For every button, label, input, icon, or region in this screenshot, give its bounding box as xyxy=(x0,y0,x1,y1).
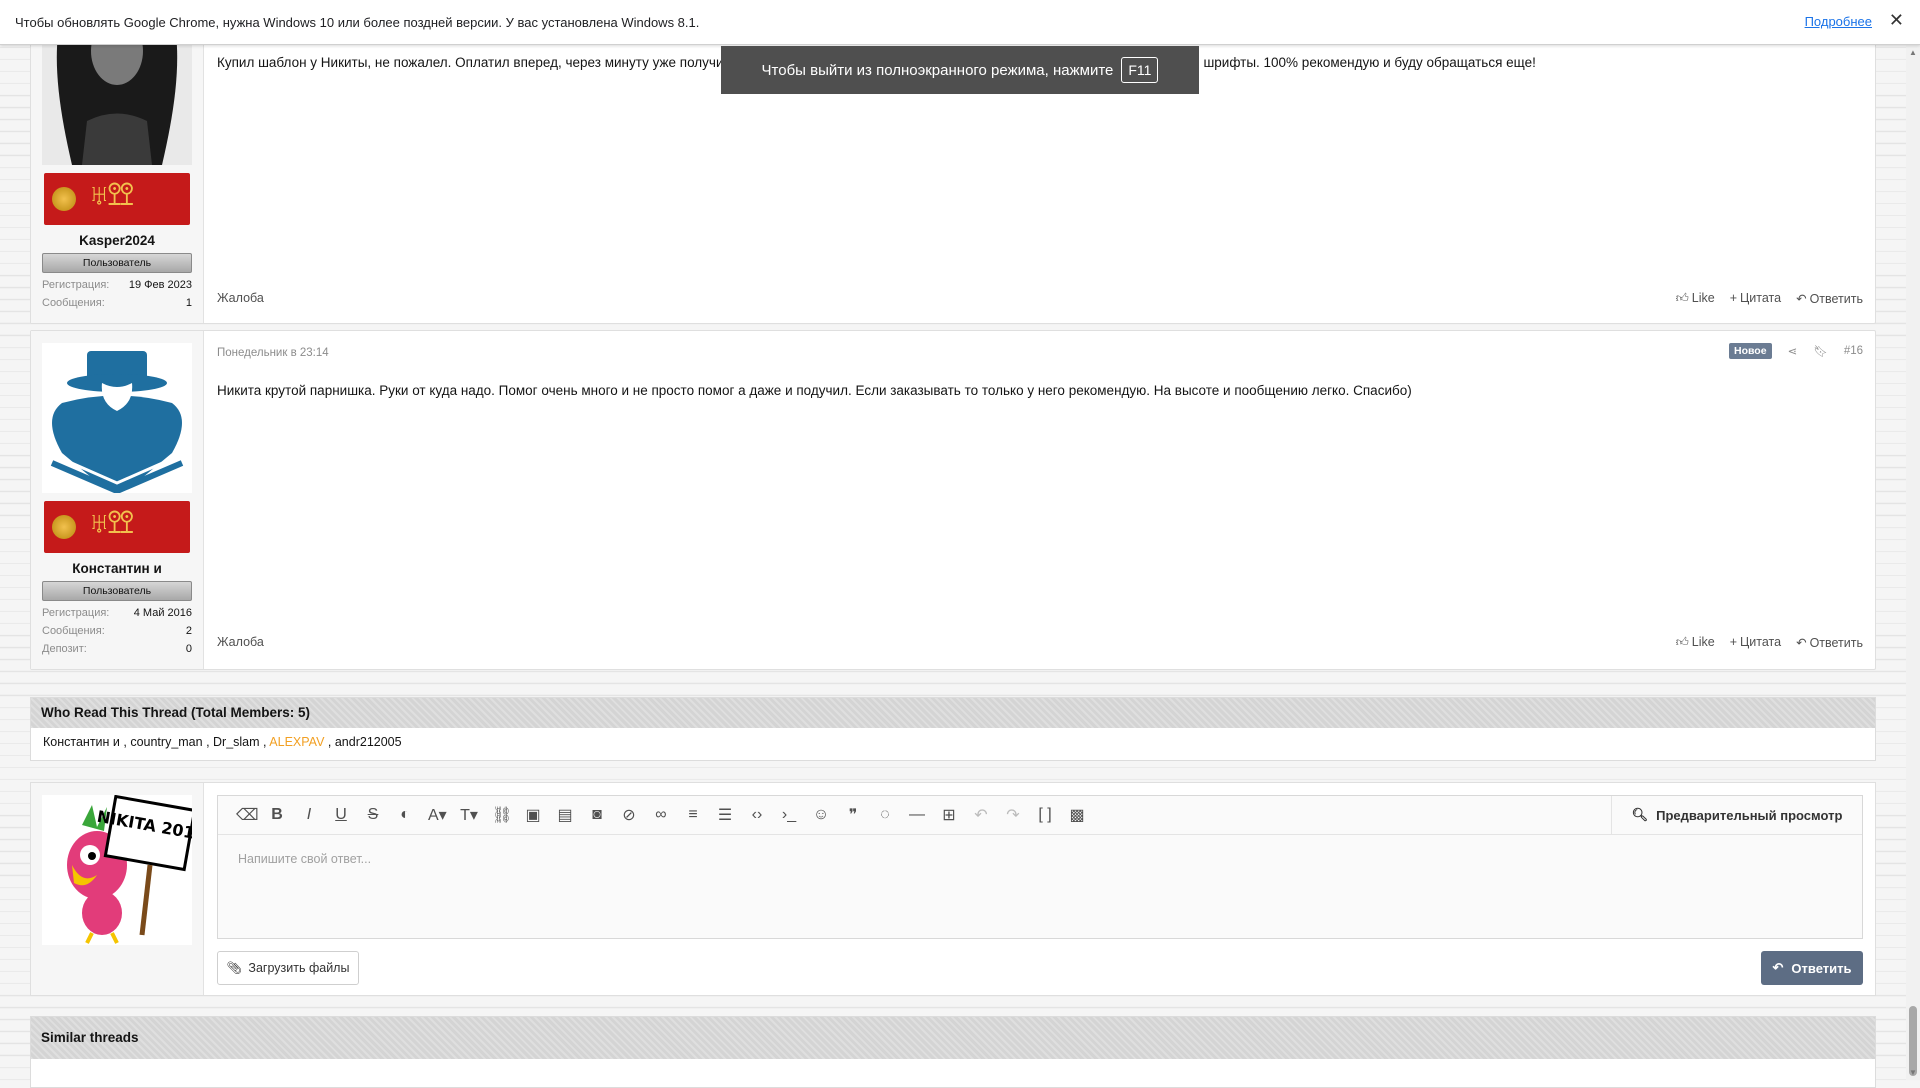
user-title: Пользователь xyxy=(42,253,192,273)
reply-userbar: NIKITA 2017 xyxy=(31,783,207,995)
infobar-more-link[interactable]: Подробнее xyxy=(1805,14,1872,29)
quick-reply: NIKITA 2017 ⌫ B I U S ◐ A▾ T▾ ⛓ ▣ ▤ ◙ ⊘ … xyxy=(30,782,1876,996)
hide-icon[interactable]: ⊘ xyxy=(620,805,638,825)
avatar: NIKITA 2017 xyxy=(42,794,207,945)
rank-badge: ♅ꖶꖶ xyxy=(44,501,190,553)
bookmark-icon[interactable]: 🔖︎ xyxy=(1813,344,1828,358)
paperclip-icon: 📎︎ xyxy=(226,960,243,975)
strikethrough-icon[interactable]: S xyxy=(364,806,382,824)
spoiler-icon[interactable]: ∞ xyxy=(652,806,670,824)
post-userbar: ♅ꖶꖶ Kasper2024 Пользователь Регистрация:… xyxy=(31,11,204,323)
image-icon[interactable]: ▣ xyxy=(524,805,542,825)
scroll-down-icon[interactable]: ▼ xyxy=(1909,1068,1917,1077)
who-read-title: Who Read This Thread (Total Members: 5) xyxy=(31,698,1875,728)
post-16: ♅ꖶꖶ Константин и Пользователь Регистраци… xyxy=(30,330,1876,670)
palette-icon[interactable]: ◐ xyxy=(396,806,414,824)
plus-icon: + xyxy=(1729,635,1738,649)
reply-icon: ↶ xyxy=(1772,960,1784,975)
scroll-up-icon[interactable]: ▲ xyxy=(1909,48,1917,57)
link-icon[interactable]: ⛓ xyxy=(492,805,512,825)
reply-link[interactable]: ↶ Ответить xyxy=(1796,635,1863,650)
scrollbar-thumb[interactable] xyxy=(1909,1006,1917,1076)
thumbs-up-icon: 👍︎ xyxy=(1675,291,1689,305)
rank-badge: ♅ꖶꖶ xyxy=(44,173,190,225)
quote-button[interactable]: + Цитата xyxy=(1730,635,1781,650)
reply-icon: ↶ xyxy=(1796,636,1807,650)
list-icon[interactable]: ☰ xyxy=(716,805,734,825)
bold-icon[interactable]: B xyxy=(268,806,286,824)
user-title: Пользователь xyxy=(42,581,192,601)
preview-button[interactable]: 🔍︎ Предварительный просмотр xyxy=(1611,796,1862,834)
like-button[interactable]: 👍︎ Like xyxy=(1676,291,1715,306)
member-link[interactable]: andr212005 xyxy=(335,735,402,749)
editor-toolbar: ⌫ B I U S ◐ A▾ T▾ ⛓ ▣ ▤ ◙ ⊘ ∞ ≡ ☰ ‹› ›_ … xyxy=(218,796,1862,835)
stat-registration: Регистрация: 19 Фев 2023 xyxy=(42,279,192,291)
hide-content-icon[interactable]: ◌ xyxy=(876,806,894,824)
quote-button[interactable]: + Цитата xyxy=(1730,291,1781,306)
code-icon[interactable]: ‹› xyxy=(748,806,766,824)
reply-input[interactable]: Напишите свой ответ... xyxy=(238,852,371,866)
hr-icon[interactable]: — xyxy=(908,806,926,824)
editor: ⌫ B I U S ◐ A▾ T▾ ⛓ ▣ ▤ ◙ ⊘ ∞ ≡ ☰ ‹› ›_ … xyxy=(217,795,1863,939)
undo-icon[interactable]: ↶ xyxy=(972,805,990,825)
close-icon[interactable]: ✕ xyxy=(1889,10,1904,31)
like-button[interactable]: 👍︎ Like xyxy=(1676,635,1715,650)
who-read-block: Who Read This Thread (Total Members: 5) … xyxy=(30,697,1876,761)
post-body: Понедельник в 23:14 Новое ⋖ 🔖︎ #16 Никит… xyxy=(217,331,1863,669)
new-badge: Новое xyxy=(1728,343,1772,359)
align-icon[interactable]: ≡ xyxy=(684,806,702,824)
plus-icon: + xyxy=(1729,291,1738,305)
thumbs-up-icon: 👍︎ xyxy=(1675,635,1689,649)
member-link[interactable]: country_man xyxy=(130,735,202,749)
reply-link[interactable]: ↶ Ответить xyxy=(1796,291,1863,306)
member-link[interactable]: Константин и xyxy=(43,735,120,749)
redo-icon[interactable]: ↷ xyxy=(1004,805,1022,825)
media-icon[interactable]: ▤ xyxy=(556,805,574,825)
post-actions: 👍︎ Like + Цитата ↶ Ответить xyxy=(1676,635,1863,650)
who-read-members: Константин и , country_man , Dr_slam , A… xyxy=(43,735,402,749)
font-size-icon[interactable]: T▾ xyxy=(460,805,478,825)
scrollbar[interactable]: ▲ ▼ xyxy=(1906,44,1920,1080)
report-link[interactable]: Жалоба xyxy=(217,291,264,305)
stat-registration: Регистрация: 4 Май 2016 xyxy=(42,607,192,619)
table-icon[interactable]: ⊞ xyxy=(940,805,958,825)
submit-reply-button[interactable]: ↶ Ответить xyxy=(1761,951,1863,985)
preview-icon: 🔍︎ xyxy=(1631,807,1649,822)
italic-icon[interactable]: I xyxy=(300,806,318,824)
underline-icon[interactable]: U xyxy=(332,806,350,824)
infobar-message: Чтобы обновлять Google Chrome, нужна Win… xyxy=(15,14,700,30)
post-header-right: Новое ⋖ 🔖︎ #16 xyxy=(1728,343,1863,359)
post-number[interactable]: #16 xyxy=(1844,345,1863,357)
share-icon[interactable]: ⋖ xyxy=(1788,344,1798,358)
camera-icon[interactable]: ◙ xyxy=(588,806,606,824)
post-userbar: ♅ꖶꖶ Константин и Пользователь Регистраци… xyxy=(31,331,204,669)
drafts-icon[interactable]: ▩ xyxy=(1068,805,1086,825)
username[interactable]: Kasper2024 xyxy=(31,233,203,248)
username[interactable]: Константин и xyxy=(31,561,203,576)
stat-messages: Сообщения: 1 xyxy=(42,297,192,309)
avatar[interactable] xyxy=(42,343,192,495)
fullscreen-toast: Чтобы выйти из полноэкранного режима, на… xyxy=(721,46,1199,94)
fullscreen-toast-text: Чтобы выйти из полноэкранного режима, на… xyxy=(761,61,1114,79)
bbcode-icon[interactable]: [ ] xyxy=(1036,806,1054,824)
member-link[interactable]: Dr_slam xyxy=(213,735,260,749)
report-link[interactable]: Жалоба xyxy=(217,635,264,649)
similar-threads-title: Similar threads xyxy=(31,1017,1875,1059)
similar-threads-block: Similar threads xyxy=(30,1016,1876,1088)
smiley-icon[interactable]: ☺ xyxy=(812,806,830,824)
upload-files-button[interactable]: 📎︎ Загрузить файлы xyxy=(217,951,359,985)
reply-icon: ↶ xyxy=(1796,292,1807,306)
post-date[interactable]: Понедельник в 23:14 xyxy=(217,347,329,359)
post-actions: 👍︎ Like + Цитата ↶ Ответить xyxy=(1676,291,1863,306)
fullscreen-key: F11 xyxy=(1121,57,1159,83)
quote-icon[interactable]: ❞ xyxy=(844,805,862,825)
eraser-icon[interactable]: ⌫ xyxy=(236,805,259,825)
post-text: Никита крутой парнишка. Руки от куда над… xyxy=(217,383,1412,398)
stat-messages: Сообщения: 2 xyxy=(42,625,192,637)
chrome-infobar: Чтобы обновлять Google Chrome, нужна Win… xyxy=(0,0,1920,45)
stat-deposit: Депозит: 0 xyxy=(42,643,192,655)
terminal-icon[interactable]: ›_ xyxy=(780,806,798,824)
font-family-icon[interactable]: A▾ xyxy=(428,805,447,825)
member-link[interactable]: ALEXPAV xyxy=(269,735,324,749)
